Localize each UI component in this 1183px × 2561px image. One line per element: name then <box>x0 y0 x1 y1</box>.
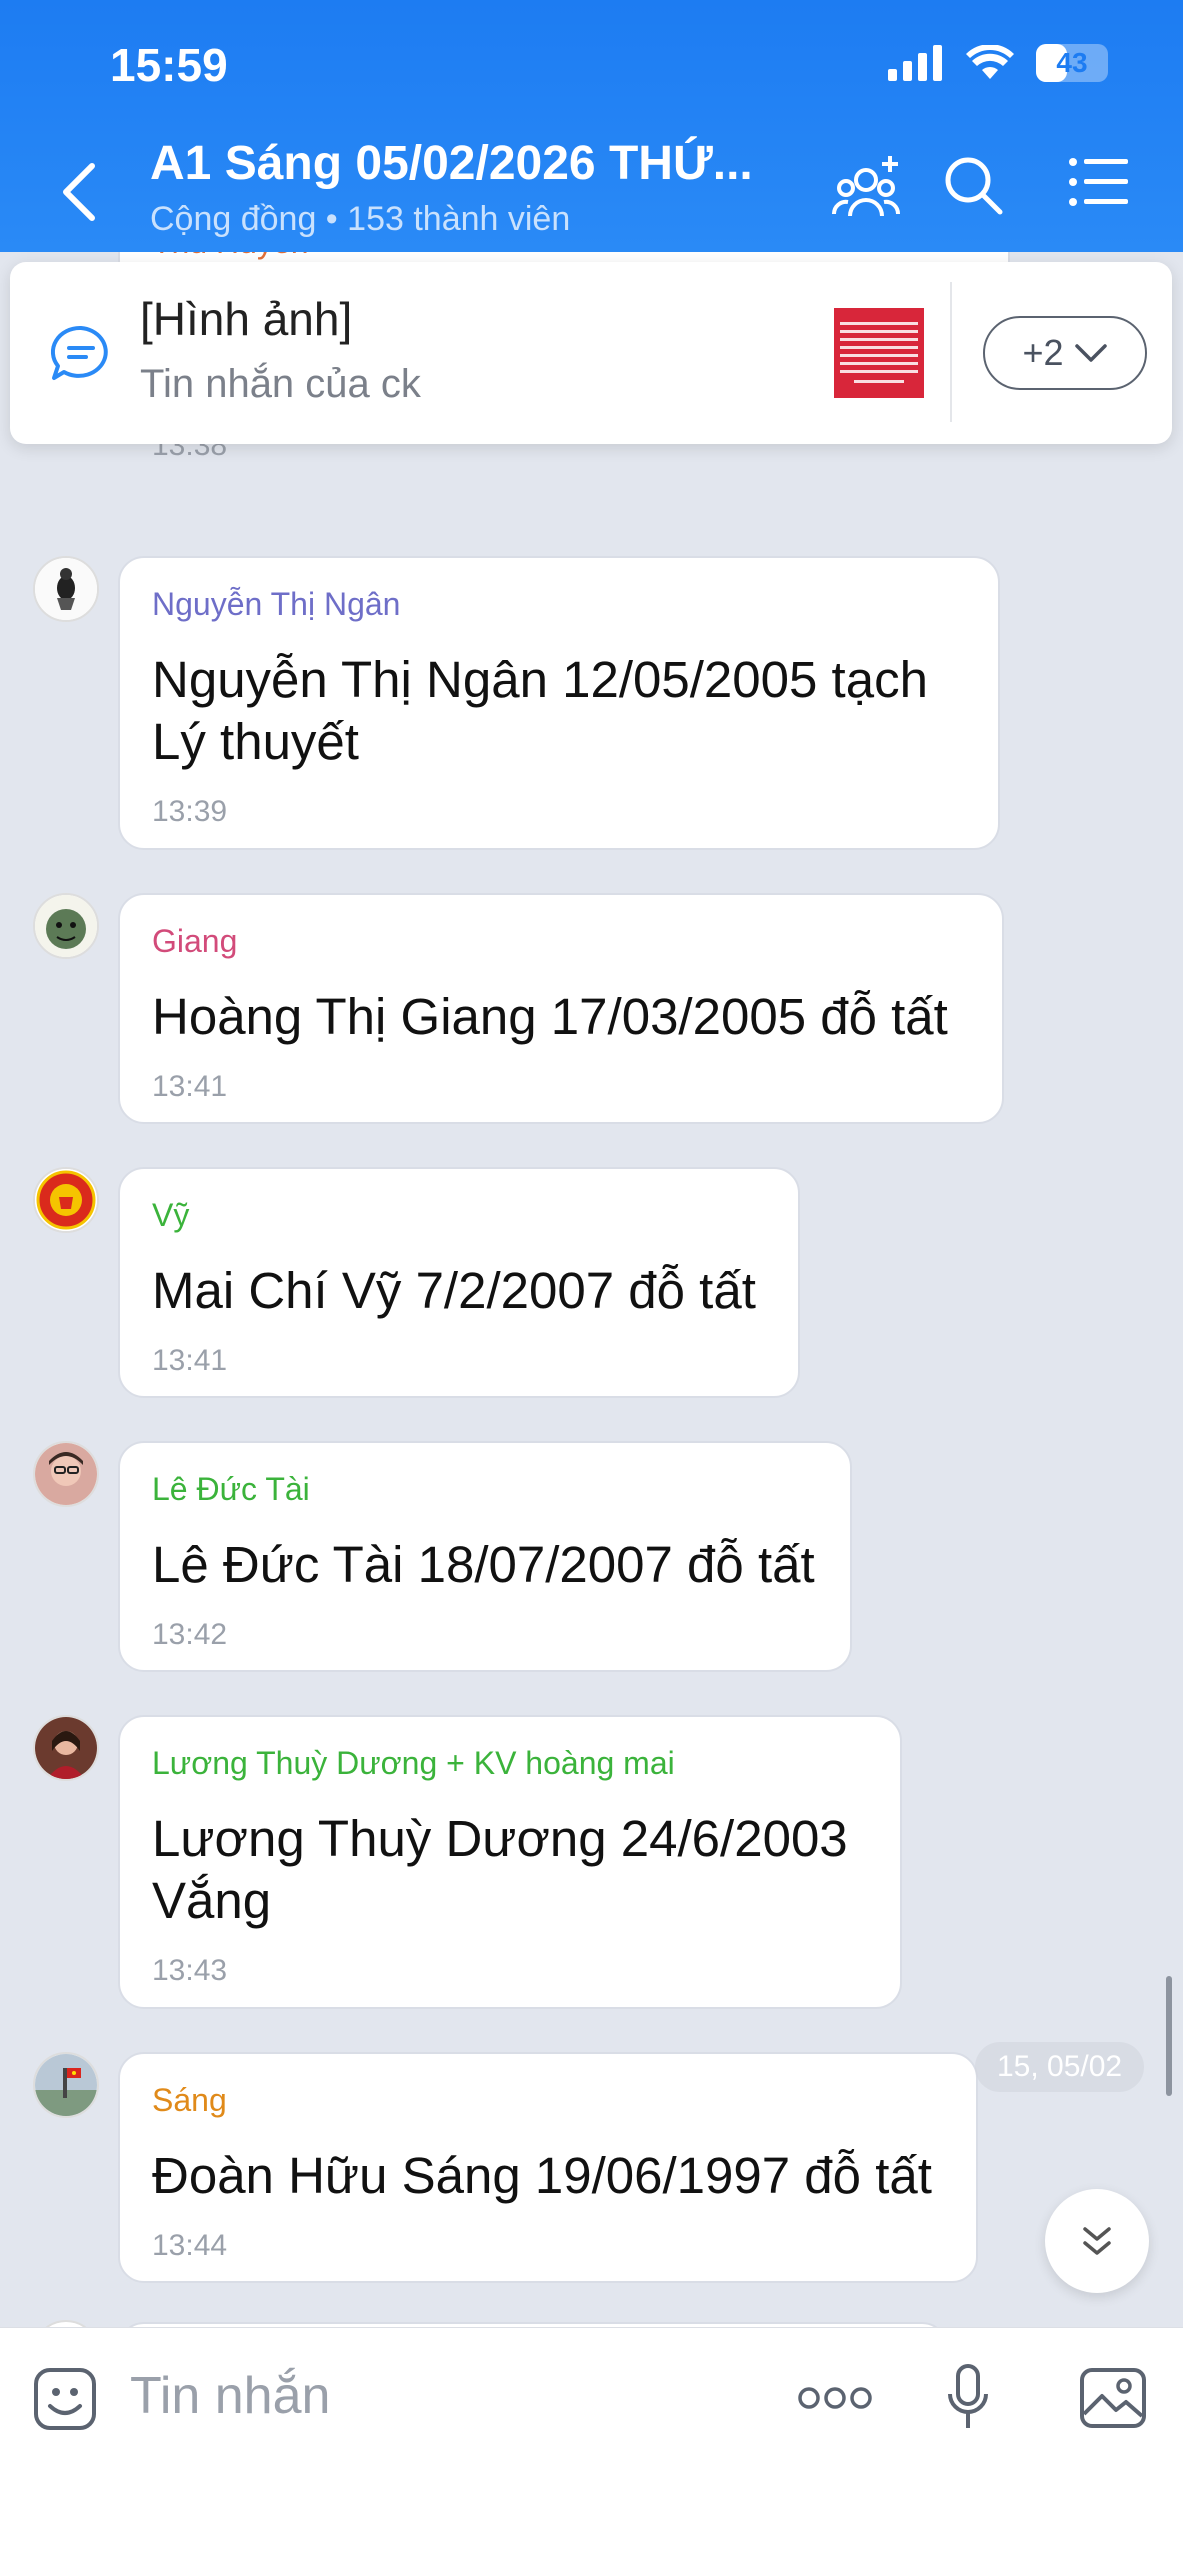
message-bubble[interactable]: Sáng Đoàn Hữu Sáng 19/06/1997 đỗ tất 13:… <box>118 2052 978 2283</box>
message-text: Hoàng Thị Giang 17/03/2005 đỗ tất <box>152 988 948 1045</box>
sender-name: Lương Thuỳ Dương + KV hoàng mai <box>152 1745 675 1781</box>
avatar[interactable] <box>33 2320 99 2327</box>
message-time: 13:41 <box>152 1070 228 1103</box>
avatar[interactable] <box>33 556 99 622</box>
chat-area[interactable]: Thu Huyền 13:38 Nguyễn Thị Ngân Nguyễn T… <box>0 252 1183 2327</box>
message-bubble[interactable]: Giang Hoàng Thị Giang 17/03/2005 đỗ tất … <box>118 893 1004 1124</box>
message-bubble[interactable]: Lương Thuỳ Dương + KV hoàng mai Lương Th… <box>118 1715 902 2009</box>
menu-icon[interactable] <box>1068 154 1130 210</box>
message-time: 13:43 <box>152 1954 228 1987</box>
sender-name: Thu Huyền <box>152 252 976 261</box>
sender-name: Nguyễn Thị Ngân <box>152 586 401 622</box>
image-icon[interactable] <box>1078 2366 1148 2430</box>
pinned-image-thumbnail[interactable] <box>834 308 924 398</box>
emoji-icon[interactable] <box>32 2366 98 2432</box>
microphone-icon[interactable] <box>944 2362 992 2434</box>
scrollbar[interactable] <box>1166 1976 1172 2096</box>
pinned-title: [Hình ảnh] <box>140 293 353 345</box>
message-line: Lương Thuỳ Dương 24/6/2003 <box>152 1810 848 1867</box>
sender-name: Sáng <box>152 2082 227 2118</box>
search-icon[interactable] <box>942 154 1004 216</box>
date-indicator: 15, 05/02 <box>975 2042 1145 2092</box>
chat-bubble-icon <box>50 325 108 380</box>
battery-percent: 43 <box>1056 47 1088 78</box>
avatar[interactable] <box>33 2052 99 2118</box>
avatar[interactable] <box>33 1441 99 1507</box>
avatar[interactable] <box>33 893 99 959</box>
message-line: Lý thuyết <box>152 713 359 770</box>
message-text: Nguyễn Thị Ngân 12/05/2005 tạch Lý thuyế… <box>152 649 966 773</box>
message-time: 13:44 <box>152 2229 228 2262</box>
battery-icon: 43 <box>1036 44 1108 82</box>
message-bubble[interactable]: Nguyễn Thị Ngân Nguyễn Thị Ngân 12/05/20… <box>118 556 1000 850</box>
add-member-icon[interactable] <box>832 154 904 220</box>
message-text: Lương Thuỳ Dương 24/6/2003 Vắng <box>152 1808 868 1932</box>
more-options-icon[interactable] <box>797 2383 873 2413</box>
divider <box>950 282 952 422</box>
pinned-message-bar[interactable]: [Hình ảnh] Tin nhắn của ck +2 <box>10 262 1172 444</box>
group-title[interactable]: A1 Sáng 05/02/2026 THỨ... <box>150 136 753 191</box>
status-time: 15:59 <box>110 39 228 91</box>
message-time: 13:39 <box>152 795 228 828</box>
chevron-down-icon <box>1074 344 1107 362</box>
sender-name: Vỹ <box>152 1197 190 1233</box>
message-line: Nguyễn Thị Ngân 12/05/2005 tạch <box>152 651 928 708</box>
message-time: 13:42 <box>152 1618 228 1651</box>
group-subtitle[interactable]: Cộng đồng • 153 thành viên <box>150 200 570 239</box>
message-bubble[interactable]: Lê Đức Tài Lê Đức Tài 18/07/2007 đỗ tất … <box>118 1441 852 1672</box>
message-text: Mai Chí Vỹ 7/2/2007 đỗ tất <box>152 1262 756 1319</box>
message-text: Lê Đức Tài 18/07/2007 đỗ tất <box>152 1536 815 1593</box>
avatar[interactable] <box>33 1167 99 1233</box>
double-chevron-down-icon <box>1083 2227 1111 2255</box>
message-input-bar: Tin nhắn <box>0 2327 1183 2561</box>
signal-icon <box>888 45 942 81</box>
back-icon[interactable] <box>58 160 98 224</box>
message-text: Đoàn Hữu Sáng 19/06/1997 đỗ tất <box>152 2147 932 2204</box>
wifi-icon <box>966 45 1014 79</box>
message-line: Vắng <box>152 1872 272 1929</box>
message-bubble[interactable]: Vỹ Mai Chí Vỹ 7/2/2007 đỗ tất 13:41 <box>118 1167 800 1398</box>
sender-name: Giang <box>152 923 238 959</box>
status-icons: 43 <box>888 44 1108 82</box>
message-input[interactable]: Tin nhắn <box>130 2366 330 2426</box>
pinned-count-button[interactable]: +2 <box>983 316 1147 390</box>
sender-name: Lê Đức Tài <box>152 1471 310 1507</box>
pinned-count: +2 <box>1022 332 1064 373</box>
scroll-to-bottom-button[interactable] <box>1045 2189 1149 2293</box>
header-bar: 15:59 43 A1 Sáng 05/02/2026 THỨ... Cộng … <box>0 0 1183 252</box>
pinned-subtitle: Tin nhắn của ck <box>140 362 421 406</box>
avatar[interactable] <box>33 1715 99 1781</box>
message-time: 13:41 <box>152 1344 228 1377</box>
